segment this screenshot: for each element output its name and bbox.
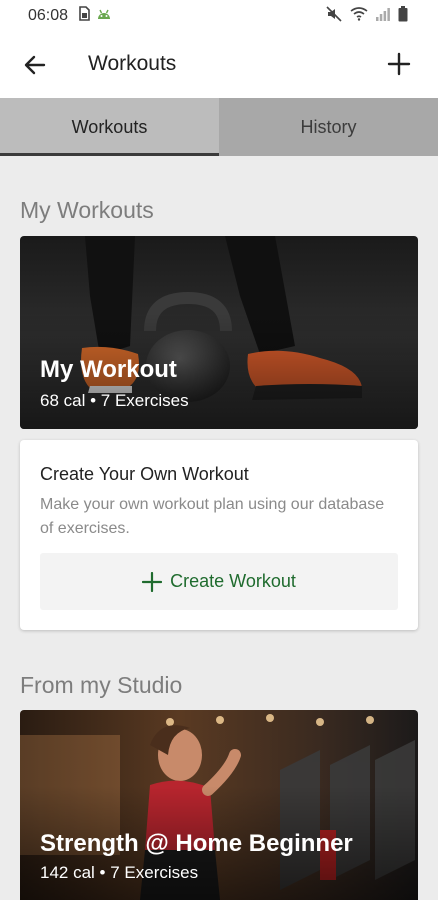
tab-history[interactable]: History bbox=[219, 98, 438, 156]
create-workout-button-label: Create Workout bbox=[170, 571, 296, 591]
android-icon bbox=[96, 7, 112, 26]
page-title: Workouts bbox=[88, 52, 177, 75]
studio-workout-card[interactable]: Strength @ Home Beginner 142 cal • 7 Exe… bbox=[20, 710, 418, 900]
status-time: 06:08 bbox=[28, 7, 69, 24]
add-workout-button[interactable] bbox=[386, 51, 412, 77]
battery-icon bbox=[398, 5, 408, 27]
status-bar: 06:08 bbox=[0, 0, 438, 32]
tab-workouts[interactable]: Workouts bbox=[0, 98, 219, 156]
create-workout-description: Make your own workout plan using our dat… bbox=[40, 496, 385, 537]
studio-card-title: Strength @ Home Beginner bbox=[40, 830, 353, 857]
wifi-icon bbox=[350, 6, 368, 26]
plus-icon bbox=[142, 571, 163, 592]
create-workout-card: Create Your Own Workout Make your own wo… bbox=[20, 440, 418, 630]
my-workout-card[interactable]: My Workout 68 cal • 7 Exercises bbox=[20, 236, 418, 429]
section-title-my-workouts: My Workouts bbox=[20, 197, 154, 223]
studio-card-subtitle: 142 cal • 7 Exercises bbox=[40, 863, 199, 882]
app-bar: Workouts bbox=[0, 32, 438, 99]
mute-icon bbox=[326, 5, 342, 27]
create-workout-button[interactable]: Create Workout bbox=[40, 553, 398, 610]
sim-icon bbox=[78, 6, 90, 26]
back-button[interactable] bbox=[22, 52, 48, 78]
arrow-left-icon bbox=[24, 55, 46, 75]
section-title-studio: From my Studio bbox=[20, 672, 183, 698]
create-workout-heading: Create Your Own Workout bbox=[40, 464, 249, 484]
tab-bar: Workouts History bbox=[0, 98, 438, 156]
workout-card-subtitle: 68 cal • 7 Exercises bbox=[40, 391, 189, 410]
workout-card-title: My Workout bbox=[40, 356, 177, 383]
plus-icon bbox=[387, 52, 411, 76]
signal-icon bbox=[376, 7, 390, 26]
